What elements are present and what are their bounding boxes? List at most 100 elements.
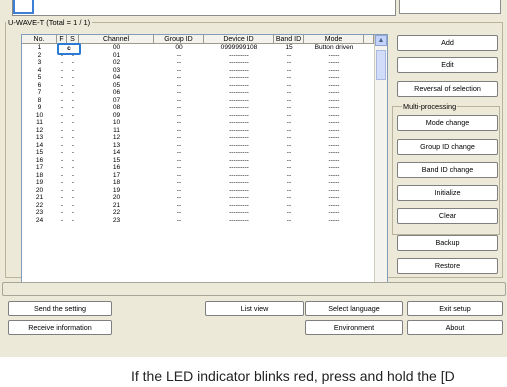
col-header-channel[interactable]: Channel	[79, 35, 154, 44]
table-cell: 08	[112, 104, 121, 111]
table-cell: ---------	[229, 81, 249, 89]
restore-button[interactable]: Restore	[397, 258, 498, 274]
col-header-band-id[interactable]: Band ID	[274, 35, 304, 44]
table-row[interactable]: 8- -07 -- --------- -- -----	[22, 97, 374, 105]
edit-button[interactable]: Edit	[397, 57, 498, 73]
add-button[interactable]: Add	[397, 35, 498, 51]
table-cell: -----	[328, 119, 340, 126]
table-cell: 15	[35, 149, 44, 156]
col-header-no[interactable]: No.	[22, 35, 57, 44]
table-cell: --	[176, 141, 182, 149]
col-header-group-id[interactable]: Group ID	[154, 35, 204, 44]
table-row[interactable]: 1 c 00 00 0999999108 15 Button driven	[22, 43, 374, 55]
table-row[interactable]: 18- -17 -- --------- -- -----	[22, 172, 374, 180]
table-cell: ---------	[229, 201, 249, 209]
table-cell: ---------	[229, 66, 249, 74]
table-cell: 05	[112, 81, 121, 89]
table-row[interactable]: 16- -15 -- --------- -- -----	[22, 157, 374, 165]
table-row[interactable]: 12- -11 -- --------- -- -----	[22, 127, 374, 135]
table-cell: 00	[175, 44, 183, 51]
table-cell: --	[286, 89, 292, 96]
scroll-thumb[interactable]	[376, 50, 386, 80]
table-row[interactable]: 17- -16 -- --------- -- -----	[22, 164, 374, 172]
col-header-mode[interactable]: Mode	[304, 35, 364, 44]
table-cell: 06	[112, 89, 121, 96]
table-cell: -----	[328, 164, 340, 171]
table-cell: -	[71, 119, 75, 126]
mode-change-button[interactable]: Mode change	[397, 115, 498, 131]
table-cell: -	[60, 194, 64, 201]
table-cell: ---------	[229, 111, 249, 119]
table-cell: -----	[328, 126, 340, 134]
top-panel	[12, 0, 396, 16]
table-cell: -	[71, 164, 75, 171]
table-cell: 21	[112, 201, 121, 209]
table-row[interactable]: 14- -13 -- --------- -- -----	[22, 142, 374, 150]
table-row[interactable]: 20- -19 -- --------- -- -----	[22, 187, 374, 195]
reversal-selection-button[interactable]: Reversal of selection	[397, 81, 498, 97]
table-row[interactable]: 6- -05 -- --------- -- -----	[22, 82, 374, 90]
band-id-change-button[interactable]: Band ID change	[397, 162, 498, 178]
table-cell: ---------	[229, 74, 249, 81]
select-language-button[interactable]: Select language	[305, 301, 403, 316]
table-row[interactable]: 7- -06 -- --------- -- -----	[22, 89, 374, 97]
table-cell: 07	[112, 96, 121, 104]
table-cell: 11	[113, 126, 120, 134]
table-cell: -	[71, 201, 75, 209]
table-cell: --	[286, 66, 292, 74]
table-cell: --	[176, 89, 182, 96]
group-id-change-button[interactable]: Group ID change	[397, 139, 498, 155]
table-cell: -	[60, 186, 64, 194]
table-cell: 8	[37, 96, 42, 104]
table-cell: -	[60, 141, 64, 149]
table-cell: ---------	[229, 156, 249, 164]
clear-button[interactable]: Clear	[397, 208, 498, 224]
table-cell: -	[71, 171, 75, 179]
channel-table: No. F S Channel Group ID Device ID Band …	[21, 34, 388, 295]
receive-information-button[interactable]: Receive information	[8, 320, 112, 335]
table-cell: -----	[328, 171, 340, 179]
table-cell: c	[57, 43, 81, 55]
table-cell: 18	[112, 179, 121, 186]
table-row[interactable]: 19- -18 -- --------- -- -----	[22, 179, 374, 187]
table-row[interactable]: 11- -10 -- --------- -- -----	[22, 119, 374, 127]
table-row[interactable]: 22- -21 -- --------- -- -----	[22, 202, 374, 210]
table-row[interactable]: 21- -20 -- --------- -- -----	[22, 194, 374, 202]
environment-button[interactable]: Environment	[305, 320, 403, 335]
table-row[interactable]: 15- -14 -- --------- -- -----	[22, 149, 374, 157]
table-row[interactable]: 13- -12 -- --------- -- -----	[22, 134, 374, 142]
table-cell: -----	[328, 216, 340, 224]
table-cell: 17	[35, 164, 44, 171]
exit-setup-button[interactable]: Exit setup	[407, 301, 503, 316]
top-selected-item[interactable]	[13, 0, 34, 14]
col-header-device-id[interactable]: Device ID	[204, 35, 274, 44]
table-cell: -	[71, 216, 75, 224]
table-cell: --	[176, 74, 182, 81]
table-cell: 11	[36, 119, 43, 126]
table-row[interactable]: 10- -09 -- --------- -- -----	[22, 112, 374, 120]
initialize-button[interactable]: Initialize	[397, 185, 498, 201]
backup-button[interactable]: Backup	[397, 235, 498, 251]
table-cell: ---------	[229, 164, 249, 171]
table-cell: 13	[112, 141, 121, 149]
list-view-button[interactable]: List view	[205, 301, 304, 316]
table-cell: -	[60, 81, 64, 89]
table-cell: --	[286, 194, 292, 201]
send-setting-button[interactable]: Send the setting	[8, 301, 112, 316]
table-cell: --	[286, 171, 292, 179]
table-cell: ---------	[229, 89, 249, 96]
table-cell: ---------	[229, 126, 249, 134]
table-row[interactable]: 23- -22 -- --------- -- -----	[22, 209, 374, 217]
table-row[interactable]: 2- -01 -- --------- -- -----	[22, 52, 374, 60]
table-cell: --	[176, 104, 182, 111]
top-button[interactable]	[399, 0, 501, 14]
table-scrollbar[interactable]: ▲ ▼	[374, 35, 387, 294]
table-row[interactable]: 9- -08 -- --------- -- -----	[22, 104, 374, 112]
table-row[interactable]: 3- -02 -- --------- -- -----	[22, 59, 374, 67]
table-cell: ---------	[229, 209, 249, 216]
table-row[interactable]: 24- -23 -- --------- -- -----	[22, 217, 374, 225]
table-row[interactable]: 4- -03 -- --------- -- -----	[22, 67, 374, 75]
scroll-up-icon[interactable]: ▲	[375, 35, 387, 46]
table-row[interactable]: 5- -04 -- --------- -- -----	[22, 74, 374, 82]
about-button[interactable]: About	[407, 320, 503, 335]
